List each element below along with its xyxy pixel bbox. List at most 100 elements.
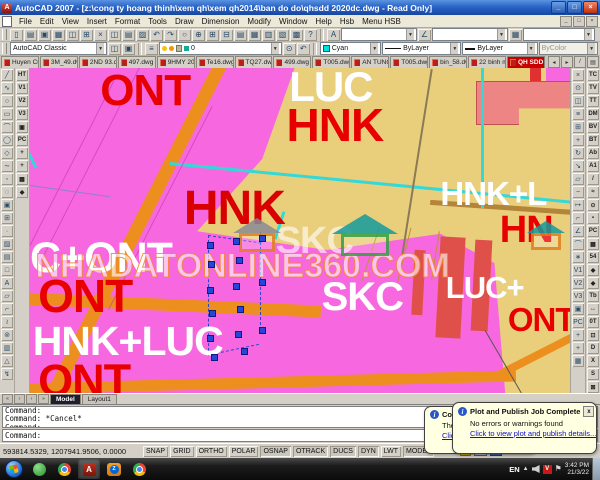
taskbar-clock[interactable]: 3:42 PM 21/3/22 xyxy=(565,462,589,477)
toolbar-button[interactable]: ▤ xyxy=(24,29,37,41)
document-tab[interactable]: T005.dwg xyxy=(390,56,428,68)
draw-tool-button[interactable]: △ xyxy=(1,355,13,367)
selection-grip[interactable] xyxy=(209,310,216,317)
modify-tool-button[interactable]: ◫ xyxy=(572,95,584,107)
draw-tool-button[interactable]: A xyxy=(1,277,13,289)
dropdown-arrow-icon[interactable]: ▼ xyxy=(370,43,378,54)
toolbar-button[interactable]: ⊕ xyxy=(192,29,205,41)
document-tab[interactable]: 497.dwg xyxy=(118,56,156,68)
minimize-button[interactable]: _ xyxy=(551,1,566,14)
layer-lock-icon[interactable] xyxy=(176,45,182,52)
draw-tool-button[interactable]: ≀ xyxy=(1,316,13,328)
modify-tool-button[interactable]: ↻ xyxy=(572,147,584,159)
menu-item[interactable]: Menu HSB xyxy=(358,17,405,26)
modify-tool-button[interactable]: + xyxy=(572,342,584,354)
draw-tool-button[interactable]: ▭ xyxy=(1,108,13,120)
balloon-link[interactable]: Click to view plot and publish details..… xyxy=(470,429,591,438)
toolbar-button[interactable]: ▨ xyxy=(136,29,149,41)
modify-tool-button[interactable]: × xyxy=(572,69,584,81)
status-toggle-button[interactable]: LWT xyxy=(381,446,401,457)
draw-tool-button[interactable]: ⊞ xyxy=(1,212,13,224)
custom-tool-button[interactable]: 54 xyxy=(587,251,599,263)
language-indicator[interactable]: EN xyxy=(509,465,519,474)
custom-tool-button[interactable]: ▦ xyxy=(16,173,28,185)
lineweight-combo[interactable]: ByLayer ▼ xyxy=(462,42,537,55)
modify-tool-button[interactable]: V3 xyxy=(572,290,584,302)
draw-tool-button[interactable]: · xyxy=(1,225,13,237)
dropdown-arrow-icon[interactable]: ▼ xyxy=(406,29,414,40)
toolbar-button[interactable]: × xyxy=(94,29,107,41)
dropdown-arrow-icon[interactable]: ▼ xyxy=(527,43,535,54)
document-tab[interactable]: 22 binh my xyxy=(468,56,506,68)
custom-tool-button[interactable]: TT xyxy=(587,95,599,107)
menu-item[interactable]: Edit xyxy=(36,17,58,26)
toolbar-button[interactable]: ▦ xyxy=(52,29,65,41)
selection-grip[interactable] xyxy=(241,348,248,355)
selection-grip[interactable] xyxy=(259,235,266,242)
layer-color-chip[interactable] xyxy=(184,46,189,51)
custom-tool-button[interactable]: PC xyxy=(16,134,28,146)
custom-tool-button[interactable]: X xyxy=(587,355,599,367)
dropdown-arrow-icon[interactable]: ▼ xyxy=(584,29,592,40)
menu-item[interactable]: View xyxy=(58,17,83,26)
my-workspace-button[interactable]: ▣ xyxy=(122,43,135,55)
layer-previous-button[interactable]: ↶ xyxy=(297,43,310,55)
dropdown-arrow-icon[interactable]: ▼ xyxy=(271,43,279,54)
dim-style-combo[interactable]: ▼ xyxy=(432,28,508,41)
document-tab[interactable]: 2ND 93.dw xyxy=(79,56,117,68)
custom-tool-button[interactable]: DM xyxy=(587,108,599,120)
edit-button[interactable]: / xyxy=(574,56,586,68)
menu-item[interactable]: Draw xyxy=(171,17,198,26)
custom-tool-button[interactable]: HT xyxy=(16,69,28,81)
custom-tool-button[interactable]: D xyxy=(587,342,599,354)
modify-tool-button[interactable]: − xyxy=(572,186,584,198)
text-style-combo[interactable]: ▼ xyxy=(341,28,417,41)
status-toggle-button[interactable]: DYN xyxy=(358,446,379,457)
toolbar-grip[interactable] xyxy=(2,43,7,54)
dropdown-arrow-icon[interactable]: ▼ xyxy=(450,43,458,54)
volume-icon[interactable] xyxy=(532,465,540,473)
toolbar-button[interactable]: ▦ xyxy=(248,29,261,41)
draw-tool-button[interactable]: ▥ xyxy=(1,342,13,354)
custom-tool-button[interactable]: ⊙ xyxy=(587,199,599,211)
toolbar-button[interactable]: ▯ xyxy=(10,29,23,41)
tab-layout1[interactable]: Layout1 xyxy=(82,394,117,404)
start-button[interactable] xyxy=(3,459,25,479)
draw-tool-button[interactable]: ▨ xyxy=(1,238,13,250)
draw-tool-button[interactable]: ⌐ xyxy=(1,303,13,315)
custom-tool-button[interactable]: PC xyxy=(587,225,599,237)
modify-tool-button[interactable]: ↘ xyxy=(572,160,584,172)
layer-freeze-sun-icon[interactable] xyxy=(169,46,174,51)
custom-tool-button[interactable]: ≈ xyxy=(587,186,599,198)
toolbar-grip[interactable] xyxy=(2,29,7,40)
custom-tool-button[interactable]: ▪ xyxy=(587,212,599,224)
modify-tool-button[interactable]: ∗ xyxy=(572,251,584,263)
taskbar-app-green[interactable] xyxy=(28,459,50,479)
toolbar-button[interactable]: ⊞ xyxy=(206,29,219,41)
draw-tool-button[interactable]: □ xyxy=(1,264,13,276)
status-toggle-button[interactable]: ORTHO xyxy=(196,446,227,457)
draw-tool-button[interactable]: ▤ xyxy=(1,251,13,263)
draw-tool-button[interactable]: ▣ xyxy=(1,199,13,211)
toolbar-button[interactable]: ↷ xyxy=(164,29,177,41)
document-tab[interactable]: 9HMY 2015 xyxy=(157,56,195,68)
selection-grip[interactable] xyxy=(208,261,215,268)
doc-close-button[interactable]: × xyxy=(586,16,598,27)
draw-tool-button[interactable]: ∿ xyxy=(1,82,13,94)
draw-tool-button[interactable]: ◇ xyxy=(1,147,13,159)
draw-tool-button[interactable]: ○ xyxy=(1,95,13,107)
selection-grip[interactable] xyxy=(211,354,218,361)
status-toggle-button[interactable]: DUCS xyxy=(330,446,356,457)
toolbar-button[interactable]: ▥ xyxy=(262,29,275,41)
doc-restore-button[interactable]: □ xyxy=(573,16,585,27)
document-tab[interactable]: AN TUNG B xyxy=(351,56,389,68)
table-style-combo[interactable]: ▼ xyxy=(523,28,595,41)
document-tab[interactable]: T005.dwg xyxy=(312,56,350,68)
modify-tool-button[interactable]: ≡ xyxy=(572,108,584,120)
modify-tool-button[interactable]: + xyxy=(572,134,584,146)
draw-tool-button[interactable]: ╱ xyxy=(1,69,13,81)
modify-tool-button[interactable]: ∠ xyxy=(572,225,584,237)
custom-tool-button[interactable]: 0T xyxy=(587,316,599,328)
menu-item[interactable]: Insert xyxy=(83,17,111,26)
custom-tool-button[interactable]: + xyxy=(16,147,28,159)
